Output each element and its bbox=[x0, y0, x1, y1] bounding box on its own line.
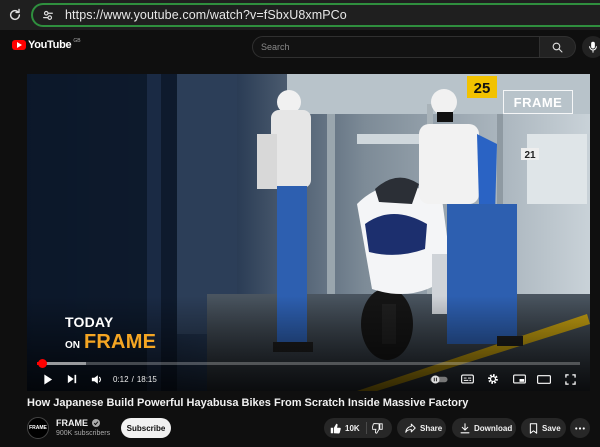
overlay-on-text: ON bbox=[65, 340, 80, 351]
play-button[interactable] bbox=[39, 368, 57, 390]
download-label: Download bbox=[474, 423, 513, 433]
next-button[interactable] bbox=[63, 368, 81, 390]
channel-avatar[interactable]: FRAME bbox=[27, 417, 49, 439]
gear-icon bbox=[488, 374, 498, 384]
theater-mode-button[interactable] bbox=[534, 368, 554, 390]
volume-button[interactable] bbox=[88, 368, 106, 390]
video-title: How Japanese Build Powerful Hayabusa Bik… bbox=[27, 397, 469, 409]
autoplay-toggle[interactable] bbox=[429, 368, 449, 390]
youtube-wordmark: YouTube bbox=[28, 39, 72, 51]
like-divider bbox=[366, 422, 367, 434]
time-total: 18:15 bbox=[136, 374, 157, 384]
channel-name[interactable]: FRAME bbox=[56, 418, 88, 428]
miniplayer-icon bbox=[512, 374, 526, 384]
site-info-icon[interactable] bbox=[39, 6, 57, 24]
time-current: 0:12 bbox=[113, 374, 129, 384]
search-placeholder: Search bbox=[261, 42, 290, 52]
search-input[interactable]: Search bbox=[252, 36, 540, 58]
play-icon bbox=[44, 373, 53, 385]
today-on-frame-overlay: TODAY ON FRAME bbox=[65, 314, 156, 354]
like-button[interactable]: 10K bbox=[330, 418, 360, 438]
time-display: 0:12 / 18:15 bbox=[113, 368, 157, 390]
reload-icon bbox=[9, 8, 21, 21]
share-label: Share bbox=[420, 423, 443, 433]
time-separator: / bbox=[131, 374, 134, 384]
overlay-today-text: TODAY bbox=[65, 314, 114, 330]
youtube-logo[interactable]: YouTube GB bbox=[12, 38, 81, 51]
progress-bar[interactable] bbox=[37, 359, 580, 368]
search-button[interactable] bbox=[540, 36, 576, 58]
fullscreen-button[interactable] bbox=[560, 368, 580, 390]
verified-icon bbox=[92, 419, 100, 427]
channel-name-row[interactable]: FRAME bbox=[56, 418, 100, 428]
video-player[interactable]: 25 21 FRAME TODAY ON FRAME bbox=[27, 74, 590, 391]
microphone-icon bbox=[589, 41, 597, 53]
save-label: Save bbox=[542, 423, 561, 433]
voice-search-button[interactable] bbox=[582, 36, 600, 58]
player-controls: 0:12 / 18:15 bbox=[27, 368, 590, 390]
fullscreen-icon bbox=[564, 373, 576, 385]
next-icon bbox=[67, 374, 77, 384]
like-count: 10K bbox=[345, 423, 360, 433]
subtitles-button[interactable] bbox=[457, 368, 477, 390]
reload-button[interactable] bbox=[0, 0, 30, 30]
download-icon bbox=[460, 422, 470, 433]
thumbs-up-icon bbox=[330, 423, 341, 433]
miniplayer-button[interactable] bbox=[509, 368, 529, 390]
autoplay-toggle-icon bbox=[430, 374, 448, 384]
address-bar[interactable]: https://www.youtube.com/watch?v=fSbxU8xm… bbox=[31, 3, 600, 27]
channel-watermark: FRAME bbox=[503, 90, 573, 114]
search-icon bbox=[552, 42, 563, 53]
youtube-play-icon bbox=[12, 40, 26, 50]
download-button[interactable]: Download bbox=[452, 418, 516, 438]
subscriber-count: 900K subscribers bbox=[56, 430, 111, 437]
overlay-brand-text: FRAME bbox=[84, 331, 157, 353]
url-text[interactable]: https://www.youtube.com/watch?v=fSbxU8xm… bbox=[65, 8, 347, 22]
country-code: GB bbox=[73, 38, 81, 44]
share-button[interactable]: Share bbox=[397, 418, 446, 438]
like-dislike-group: 10K bbox=[324, 418, 392, 438]
volume-icon bbox=[91, 374, 101, 384]
bookmark-icon bbox=[529, 422, 538, 434]
settings-button[interactable] bbox=[483, 368, 503, 390]
subscribe-button[interactable]: Subscribe bbox=[121, 418, 171, 438]
thumbs-down-icon bbox=[372, 422, 383, 434]
browser-toolbar: https://www.youtube.com/watch?v=fSbxU8xm… bbox=[0, 0, 600, 30]
more-horizontal-icon bbox=[575, 426, 585, 430]
dislike-button[interactable] bbox=[372, 418, 383, 438]
theater-mode-icon bbox=[537, 374, 551, 384]
save-button[interactable]: Save bbox=[521, 418, 566, 438]
subtitles-icon bbox=[460, 374, 474, 384]
share-icon bbox=[405, 423, 416, 433]
more-actions-button[interactable] bbox=[570, 418, 590, 438]
